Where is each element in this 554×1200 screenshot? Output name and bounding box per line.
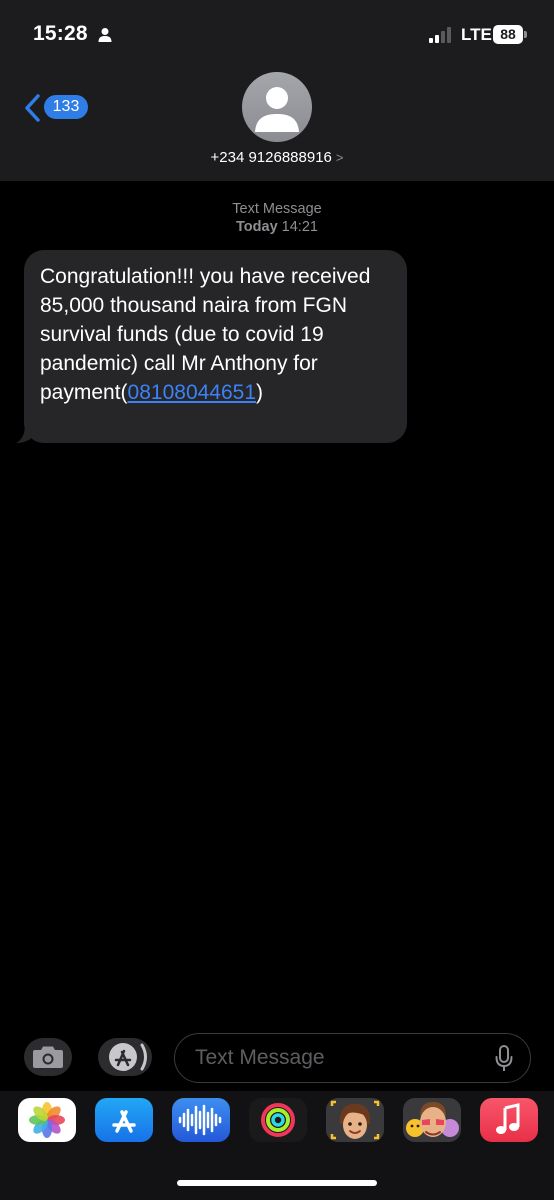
status-bar: 15:28 LTE 88: [0, 0, 554, 62]
app-store-icon[interactable]: [95, 1098, 153, 1142]
camera-button[interactable]: [24, 1038, 72, 1076]
apps-icon: [109, 1043, 147, 1071]
messages-screen: 15:28 LTE 88 133 +234 9126888916 > Text …: [0, 0, 554, 1200]
app-store-apps-button[interactable]: [98, 1038, 152, 1076]
home-indicator[interactable]: [177, 1180, 377, 1186]
status-time: 15:28: [33, 22, 88, 45]
camera-icon: [33, 1046, 63, 1068]
message-time: 14:21: [281, 219, 318, 235]
microphone-icon[interactable]: [494, 1045, 514, 1073]
audio-message-icon[interactable]: [172, 1098, 230, 1142]
cellular-signal-icon: [429, 27, 451, 43]
message-bubble[interactable]: Congratulation!!! you have received 85,0…: [24, 250, 407, 443]
network-type: LTE: [461, 25, 492, 44]
photos-icon[interactable]: [18, 1098, 76, 1142]
person-icon: [98, 28, 112, 42]
message-input-placeholder: Text Message: [195, 1046, 325, 1069]
chevron-left-icon: [25, 94, 40, 122]
fitness-icon[interactable]: [249, 1098, 307, 1142]
music-icon[interactable]: [480, 1098, 538, 1142]
chevron-right-icon: >: [335, 150, 344, 165]
message-text-end: ): [256, 381, 264, 404]
memoji-stickers-icon[interactable]: [403, 1098, 461, 1142]
contact-number: +234 9126888916: [210, 149, 332, 166]
message-timestamp: Text Message Today 14:21: [0, 200, 554, 236]
memoji-icon[interactable]: [326, 1098, 384, 1142]
message-input-field[interactable]: Text Message: [174, 1033, 531, 1083]
contact-details-button[interactable]: +234 9126888916 >: [0, 149, 554, 166]
phone-number-link[interactable]: 08108044651: [128, 381, 256, 404]
message-day: Today: [236, 219, 278, 235]
battery-tip: [524, 31, 527, 38]
battery-indicator: 88: [493, 25, 523, 44]
person-silhouette-icon: [255, 87, 299, 132]
message-type-label: Text Message: [232, 201, 322, 217]
conversation-header: 15:28 LTE 88 133 +234 9126888916 >: [0, 0, 554, 181]
contact-avatar[interactable]: [242, 72, 312, 142]
back-button[interactable]: 133: [20, 90, 92, 124]
unread-count-badge: 133: [44, 95, 88, 119]
